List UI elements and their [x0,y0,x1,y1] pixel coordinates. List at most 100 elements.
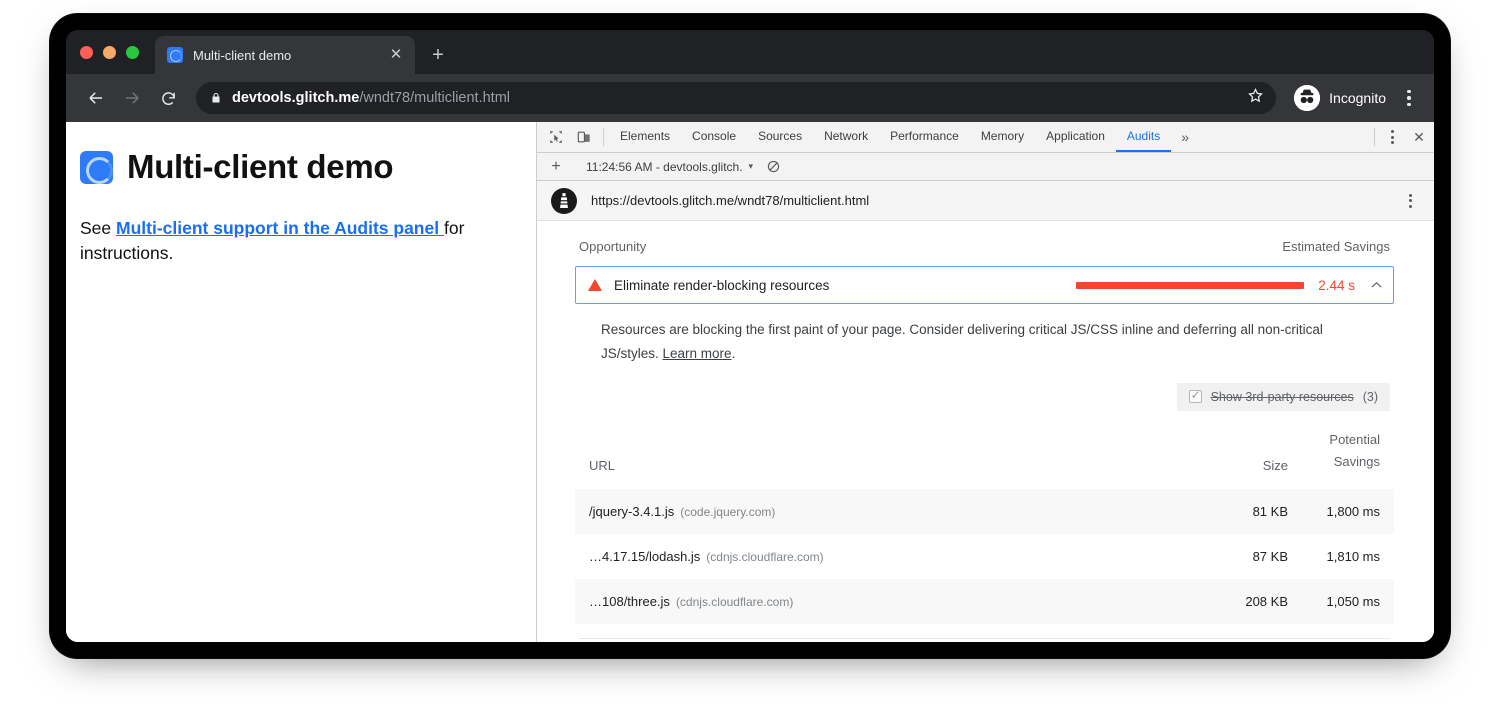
warning-triangle-icon [588,279,602,291]
plus-icon[interactable]: + [423,36,453,74]
kebab-menu-icon[interactable] [1396,82,1422,114]
description-period: . [732,346,736,361]
arrow-right-icon[interactable] [116,82,148,114]
address-bar-host: devtools.glitch.me [232,90,359,106]
audits-toolbar: + 11:24:56 AM - devtools.glitch. ▾ [537,153,1434,181]
lock-icon [210,91,222,105]
address-bar-url: devtools.glitch.me/wndt78/multiclient.ht… [232,90,510,106]
audits-docs-link[interactable]: Multi-client support in the Audits panel [116,218,444,238]
toolbar-divider [603,128,604,146]
page-title: Multi-client demo [127,148,393,186]
tab-network[interactable]: Network [813,122,879,152]
report-divider [579,638,1390,639]
kebab-menu-icon[interactable] [1398,194,1422,208]
tab-label: Console [692,129,736,143]
web-page-content: Multi-client demo See Multi-client suppo… [66,122,536,642]
address-bar[interactable]: devtools.glitch.me/wndt78/multiclient.ht… [196,82,1276,114]
minimize-window-button[interactable] [103,46,116,59]
column-header-line2: Savings [1316,451,1380,473]
devtools-tabbar-actions: ✕ [1369,122,1434,152]
star-icon[interactable] [1247,87,1264,109]
table-row[interactable]: …108/three.js(cdnjs.cloudflare.com) 208 … [575,579,1394,624]
resource-size: 81 KB [1192,489,1302,534]
third-party-count: (3) [1363,390,1378,404]
resource-url: /jquery-3.4.1.js [589,504,674,519]
audit-report-selector[interactable]: 11:24:56 AM - devtools.glitch. ▾ [580,160,759,174]
tab-console[interactable]: Console [681,122,747,152]
plus-icon[interactable]: + [543,158,569,176]
browser-tab-title: Multi-client demo [193,48,377,63]
resource-origin: (cdnjs.cloudflare.com) [706,550,823,564]
lighthouse-icon [551,188,577,214]
devtools-tabbar: Elements Console Sources Network Perform… [537,122,1434,153]
instructions-prefix: See [80,218,116,238]
opportunity-title: Eliminate render-blocking resources [614,278,829,293]
chrome-spiral-favicon [80,151,113,184]
resource-savings: 1,050 ms [1302,579,1394,624]
browser-tab-strip: Multi-client demo ✕ + [66,30,1434,74]
browser-window: Multi-client demo ✕ + [66,30,1434,642]
kebab-menu-icon[interactable] [1380,122,1404,152]
show-third-party-toggle[interactable]: Show 3rd-party resources (3) [1177,383,1390,411]
tab-label: Sources [758,129,802,143]
report-column-headers: Opportunity Estimated Savings [575,239,1394,266]
tab-memory[interactable]: Memory [970,122,1035,152]
resource-url-cell: /jquery-3.4.1.js (code.jquery.com) [575,489,1192,534]
more-tabs-icon[interactable]: » [1171,122,1199,152]
tab-sources[interactable]: Sources [747,122,813,152]
resource-url-cell: …4.17.15/lodash.js (cdnjs.cloudflare.com) [575,534,1192,579]
opportunity-row[interactable]: Eliminate render-blocking resources 2.44… [575,266,1394,304]
tab-label: Network [824,129,868,143]
table-body: /jquery-3.4.1.js(code.jquery.com) 81 KB … [575,489,1394,624]
tab-performance[interactable]: Performance [879,122,970,152]
maximize-window-button[interactable] [126,46,139,59]
reload-icon[interactable] [152,82,184,114]
profile-label: Incognito [1329,90,1386,106]
incognito-icon [1294,85,1320,111]
savings-value: 2.44 s [1318,278,1355,293]
learn-more-link[interactable]: Learn more [663,346,732,361]
close-icon[interactable]: ✕ [1404,122,1434,152]
tab-label: Application [1046,129,1105,143]
table-row[interactable]: /jquery-3.4.1.js(code.jquery.com) 81 KB … [575,489,1394,534]
opportunity-description: Resources are blocking the first paint o… [575,304,1385,367]
browser-viewport: Multi-client demo See Multi-client suppo… [66,122,1434,642]
third-party-filter-row: Show 3rd-party resources (3) [575,367,1394,411]
devtools-panel: Elements Console Sources Network Perform… [536,122,1434,642]
opportunity-savings: 2.44 s [1076,278,1383,293]
address-bar-path: /wndt78/multiclient.html [359,90,510,106]
tab-label: Elements [620,129,670,143]
checkbox-checked-icon[interactable] [1189,390,1202,403]
savings-bar [1076,282,1304,289]
browser-tab[interactable]: Multi-client demo ✕ [155,36,415,74]
audit-report-label: 11:24:56 AM - devtools.glitch. [586,160,743,174]
clear-no-entry-icon[interactable] [759,160,788,173]
close-window-button[interactable] [80,46,93,59]
resource-origin: (code.jquery.com) [680,505,775,519]
tab-elements[interactable]: Elements [609,122,681,152]
device-toolbar-icon[interactable] [570,122,598,152]
column-header-line1: Potential [1316,429,1380,451]
close-icon[interactable]: ✕ [387,46,405,64]
resource-url: …108/three.js [589,594,670,609]
column-header-url[interactable]: URL [575,423,1192,489]
chevron-down-icon: ▾ [749,161,754,172]
audit-report: Opportunity Estimated Savings Eliminate … [537,221,1434,642]
table-head: URL Size Potential Savings [575,423,1394,489]
table-header-row: URL Size Potential Savings [575,423,1394,489]
page-instructions: See Multi-client support in the Audits p… [80,216,508,267]
audit-target-url: https://devtools.glitch.me/wndt78/multic… [591,193,869,208]
table-row[interactable]: …4.17.15/lodash.js (cdnjs.cloudflare.com)… [575,534,1394,579]
browser-toolbar: devtools.glitch.me/wndt78/multiclient.ht… [66,74,1434,122]
tab-audits[interactable]: Audits [1116,122,1171,152]
opportunity-column-label: Opportunity [579,239,646,254]
profile-chip[interactable]: Incognito [1288,85,1392,111]
column-header-size[interactable]: Size [1192,423,1302,489]
chevron-up-icon[interactable] [1369,278,1383,292]
arrow-left-icon[interactable] [80,82,112,114]
tab-application[interactable]: Application [1035,122,1116,152]
column-header-potential-savings[interactable]: Potential Savings [1302,423,1394,489]
inspect-element-icon[interactable] [542,122,570,152]
resource-url: …4.17.15/lodash.js [589,549,700,564]
window-traffic-lights [80,30,155,74]
